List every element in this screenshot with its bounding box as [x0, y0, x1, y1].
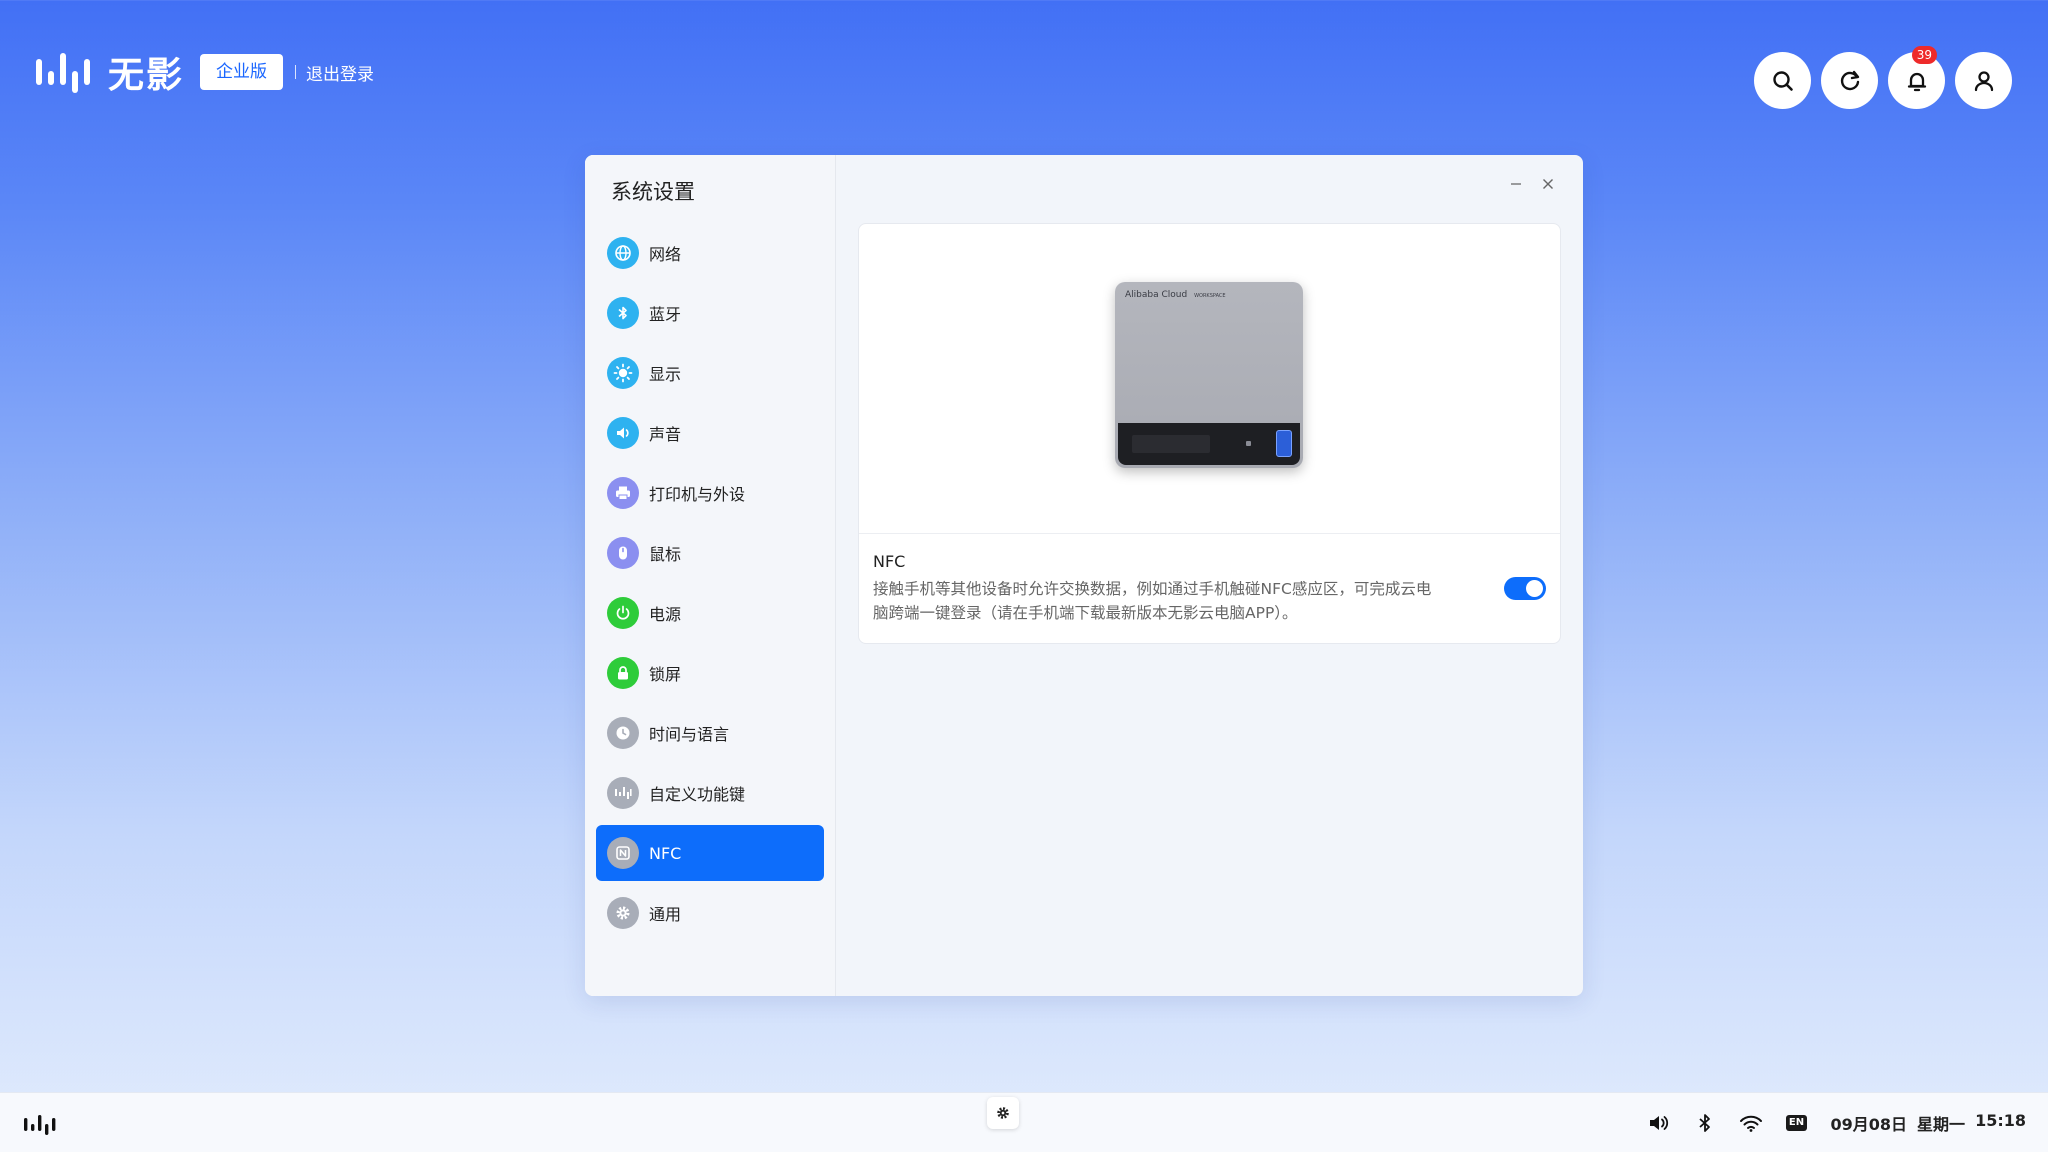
device-nfc-area — [1276, 430, 1292, 457]
settings-content: Alibaba Cloud WORKSPACE NFC 接触手机等其他设备时允许… — [836, 155, 1583, 996]
settings-title: 系统设置 — [611, 180, 695, 204]
header-divider — [295, 65, 297, 79]
volume-button[interactable] — [1647, 1111, 1671, 1135]
wifi-icon — [1739, 1115, 1762, 1132]
clock-date: 09月08日 — [1830, 1115, 1908, 1134]
globe-icon — [607, 237, 639, 269]
device-front-panel — [1118, 423, 1300, 465]
sidebar-item-label: 时间与语言 — [649, 725, 730, 744]
sidebar-item-label: 蓝牙 — [649, 305, 682, 324]
gear-icon — [607, 897, 639, 929]
brand: 无影 企业版 退出登录 — [36, 51, 374, 96]
wuying-logo-icon — [24, 1115, 56, 1135]
nfc-icon — [607, 837, 639, 869]
sidebar-item-sound[interactable]: 声音 — [596, 405, 824, 461]
mouse-icon — [607, 537, 639, 569]
lock-icon — [607, 657, 639, 689]
edition-badge: 企业版 — [200, 54, 284, 90]
sidebar-item-display[interactable]: 显示 — [596, 345, 824, 401]
sidebar-item-label: 电源 — [649, 605, 682, 624]
close-icon — [1543, 179, 1553, 189]
sidebar-item-label: 锁屏 — [649, 665, 682, 684]
wuying-logo-icon — [36, 53, 90, 93]
system-tray: EN 09月08日 星期一 15:18 — [1647, 1093, 2027, 1152]
nfc-setting-row: NFC 接触手机等其他设备时允许交换数据，例如通过手机触碰NFC感应区，可完成云… — [859, 534, 1560, 643]
sidebar-item-label: 打印机与外设 — [649, 485, 746, 504]
bell-icon — [1907, 72, 1926, 91]
settings-sidebar: 系统设置 网络 蓝牙 显示 声音 打印机与外设 鼠标 电源 锁屏 时间与语言 自… — [585, 155, 836, 996]
device-slot — [1132, 435, 1210, 453]
sidebar-item-label: 网络 — [649, 245, 682, 264]
sidebar-item-custom-keys[interactable]: 自定义功能键 — [596, 765, 824, 821]
sidebar-item-label: 声音 — [649, 425, 682, 444]
nfc-card: Alibaba Cloud WORKSPACE NFC 接触手机等其他设备时允许… — [858, 223, 1561, 644]
user-icon — [1974, 70, 1993, 91]
bluetooth-icon — [1698, 1114, 1710, 1132]
search-button[interactable] — [1754, 52, 1811, 109]
sidebar-item-label: 显示 — [649, 365, 682, 384]
gear-icon — [997, 1107, 1009, 1119]
sun-icon — [607, 357, 639, 389]
taskbar-clock[interactable]: 09月08日 星期一 15:18 — [1831, 1111, 2027, 1135]
device-logo: Alibaba Cloud WORKSPACE — [1125, 290, 1226, 300]
sidebar-item-mouse[interactable]: 鼠标 — [596, 525, 824, 581]
toggle-knob — [1526, 580, 1543, 597]
sidebar-item-lockscreen[interactable]: 锁屏 — [596, 645, 824, 701]
notification-count-badge: 39 — [1911, 46, 1937, 64]
sidebar-item-label: 鼠标 — [649, 545, 682, 564]
top-actions: 39 — [1754, 46, 2012, 109]
nfc-illustration: Alibaba Cloud WORKSPACE — [859, 224, 1560, 534]
volume-icon — [1649, 1116, 1668, 1130]
sidebar-item-label: NFC — [649, 843, 682, 863]
close-button[interactable] — [1541, 177, 1555, 191]
window-controls — [1509, 177, 1555, 191]
clock-icon — [607, 717, 639, 749]
sidebar-item-general[interactable]: 通用 — [596, 885, 824, 941]
sidebar-item-time-language[interactable]: 时间与语言 — [596, 705, 824, 761]
input-language-badge: EN — [1785, 1115, 1808, 1131]
minimize-icon — [1511, 183, 1521, 185]
brand-logo — [36, 51, 98, 93]
taskbar-start-button[interactable] — [24, 1114, 58, 1136]
cloud-device-image: Alibaba Cloud WORKSPACE — [1115, 282, 1303, 468]
settings-window: 系统设置 网络 蓝牙 显示 声音 打印机与外设 鼠标 电源 锁屏 时间与语言 自… — [585, 155, 1583, 996]
sidebar-item-bluetooth[interactable]: 蓝牙 — [596, 285, 824, 341]
sidebar-item-network[interactable]: 网络 — [596, 225, 824, 281]
nfc-toggle[interactable] — [1504, 577, 1546, 600]
sidebar-item-nfc[interactable]: NFC — [596, 825, 824, 881]
speaker-icon — [607, 417, 639, 449]
user-button[interactable] — [1955, 52, 2012, 109]
sidebar-item-printer[interactable]: 打印机与外设 — [596, 465, 824, 521]
device-sub: WORKSPACE — [1194, 293, 1226, 299]
device-brand: Alibaba Cloud — [1125, 290, 1188, 300]
nfc-setting-label: NFC — [873, 552, 906, 571]
notification-button[interactable]: 39 — [1888, 46, 1945, 109]
refresh-button[interactable] — [1821, 52, 1878, 109]
brand-name: 无影 — [108, 55, 185, 96]
logout-link[interactable]: 退出登录 — [306, 60, 374, 85]
input-language-button[interactable]: EN — [1785, 1111, 1809, 1135]
bluetooth-button[interactable] — [1693, 1111, 1717, 1135]
nfc-setting-description: 接触手机等其他设备时允许交换数据，例如通过手机触碰NFC感应区，可完成云电脑跨端… — [873, 580, 1432, 622]
refresh-icon — [1840, 70, 1859, 90]
printer-icon — [607, 477, 639, 509]
logo-key-icon — [607, 777, 639, 809]
minimize-button[interactable] — [1509, 177, 1523, 191]
bluetooth-icon — [607, 297, 639, 329]
taskbar-settings-button[interactable] — [987, 1097, 1019, 1129]
wifi-button[interactable] — [1739, 1111, 1763, 1135]
clock-weekday: 星期一 — [1917, 1115, 1966, 1134]
sidebar-item-label: 自定义功能键 — [649, 785, 746, 804]
sidebar-item-label: 通用 — [649, 905, 682, 924]
device-indicator — [1246, 441, 1251, 446]
sidebar-item-power[interactable]: 电源 — [596, 585, 824, 641]
search-icon — [1772, 70, 1793, 91]
power-icon — [607, 597, 639, 629]
clock-time: 15:18 — [1975, 1111, 2026, 1130]
taskbar: EN 09月08日 星期一 15:18 — [0, 1092, 2048, 1152]
